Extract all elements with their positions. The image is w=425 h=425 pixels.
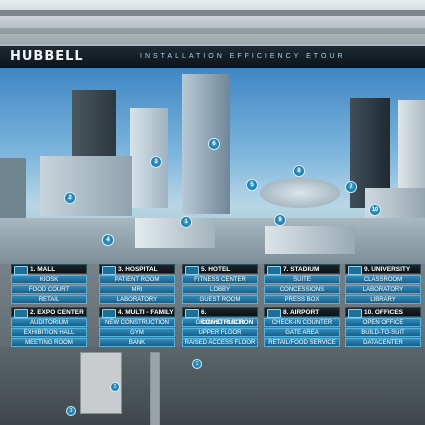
window-band bbox=[0, 0, 425, 44]
category-icon bbox=[185, 309, 199, 318]
category-header[interactable]: 9. UNIVERSITY bbox=[345, 264, 421, 275]
construction-site bbox=[135, 218, 215, 248]
category-hospital: 3. HOSPITAL PATIENT ROOM MRI LABORATORY bbox=[99, 264, 175, 304]
expo-center bbox=[40, 156, 132, 216]
category-university: 9. UNIVERSITY CLASSROOM LABORATORY LIBRA… bbox=[345, 264, 421, 304]
hotspot-5[interactable]: 5 bbox=[246, 179, 258, 191]
hotspot-8[interactable]: 8 bbox=[293, 165, 305, 177]
stadium bbox=[260, 178, 340, 208]
hotspot-4[interactable]: 4 bbox=[102, 234, 114, 246]
hubbell-logo: HUBBELL bbox=[10, 49, 84, 64]
tour-title: INSTALLATION EFFICIENCY ETOUR bbox=[140, 53, 346, 60]
menu-item[interactable]: PRESS BOX bbox=[264, 295, 340, 304]
menu-item[interactable]: NEW CONSTRUCTION bbox=[99, 318, 175, 327]
hotspot-9[interactable]: 9 bbox=[274, 214, 286, 226]
category-mall: 1. MALL KIOSK FOOD COURT RETAIL bbox=[11, 264, 87, 304]
category-header[interactable]: 1. MALL bbox=[11, 264, 87, 275]
menu-item[interactable]: RETAIL bbox=[11, 295, 87, 304]
menu-item[interactable]: CLASSROOM bbox=[345, 275, 421, 284]
menu-item[interactable]: DATACENTER bbox=[345, 338, 421, 347]
column bbox=[150, 352, 160, 425]
category-header[interactable]: 2. EXPO CENTER bbox=[11, 307, 87, 318]
category-multi-family: 4. MULTI - FAMILY NEW CONSTRUCTION GYM B… bbox=[99, 307, 175, 347]
menu-item[interactable]: CHECK-IN COUNTER bbox=[264, 318, 340, 327]
menu-item[interactable]: GUEST ROOM bbox=[182, 295, 258, 304]
category-icon bbox=[14, 309, 28, 318]
category-header[interactable]: 7. STADIUM bbox=[264, 264, 340, 275]
menu-item[interactable]: RAISED ACCESS FLOOR bbox=[182, 338, 258, 347]
menu-item[interactable]: KIOSK bbox=[11, 275, 87, 284]
menu-item[interactable]: GATE AREA bbox=[264, 328, 340, 337]
airport bbox=[265, 226, 355, 254]
menu-item[interactable]: OPEN OFFICE bbox=[345, 318, 421, 327]
menu-item[interactable]: AUDITORIUM bbox=[11, 318, 87, 327]
menu-item[interactable]: LOBBY bbox=[182, 285, 258, 294]
menu-item[interactable]: MEETING ROOM bbox=[11, 338, 87, 347]
category-icon bbox=[185, 266, 199, 275]
room-hotspot-1[interactable]: 1 bbox=[192, 359, 202, 369]
hotspot-2[interactable]: 2 bbox=[64, 192, 76, 204]
category-icon bbox=[267, 309, 281, 318]
category-icon bbox=[102, 309, 116, 318]
menu-item[interactable]: LABORATORY bbox=[99, 295, 175, 304]
city-scene: 1 2 3 4 5 6 7 8 9 10 bbox=[0, 68, 425, 264]
category-expo-center: 2. EXPO CENTER AUDITORIUM EXHIBITION HAL… bbox=[11, 307, 87, 347]
menu-item[interactable]: PATIENT ROOM bbox=[99, 275, 175, 284]
menu-item[interactable]: LABORATORY bbox=[345, 285, 421, 294]
floor bbox=[0, 347, 425, 425]
menu-item[interactable]: RETAIL/FOOD SERVICE bbox=[264, 338, 340, 347]
menu-item[interactable]: FITNESS CENTER bbox=[182, 275, 258, 284]
menu-item[interactable]: EXHIBITION HALL bbox=[11, 328, 87, 337]
category-header[interactable]: 5. HOTEL bbox=[182, 264, 258, 275]
hotspot-6[interactable]: 6 bbox=[208, 138, 220, 150]
category-header[interactable]: 10. OFFICES bbox=[345, 307, 421, 318]
menu-item[interactable]: FOOD COURT bbox=[11, 285, 87, 294]
category-stadium: 7. STADIUM SUITE CONCESSIONS PRESS BOX bbox=[264, 264, 340, 304]
category-header[interactable]: 3. HOSPITAL bbox=[99, 264, 175, 275]
menu-item[interactable]: UPPER FLOOR bbox=[182, 328, 258, 337]
hotspot-3[interactable]: 3 bbox=[150, 156, 162, 168]
category-icon bbox=[348, 309, 362, 318]
category-offices: 10. OFFICES OPEN OFFICE BUILD-TO-SUIT DA… bbox=[345, 307, 421, 347]
menu-item[interactable]: GYM bbox=[99, 328, 175, 337]
room-hotspot-3[interactable]: 3 bbox=[66, 406, 76, 416]
hospital-building bbox=[130, 108, 168, 208]
hotspot-7[interactable]: 7 bbox=[345, 181, 357, 193]
category-icon bbox=[102, 266, 116, 275]
category-header[interactable]: 4. MULTI - FAMILY bbox=[99, 307, 175, 318]
menu-item[interactable]: BANK bbox=[99, 338, 175, 347]
menu-item[interactable]: LIBRARY bbox=[345, 295, 421, 304]
destination-menu: 1. MALL KIOSK FOOD COURT RETAIL 3. HOSPI… bbox=[0, 264, 425, 350]
category-hotel: 5. HOTEL FITNESS CENTER LOBBY GUEST ROOM bbox=[182, 264, 258, 304]
ceiling-beam bbox=[0, 28, 425, 34]
category-header[interactable]: 8. AIRPORT bbox=[264, 307, 340, 318]
menu-item[interactable]: BUILD-TO-SUIT bbox=[345, 328, 421, 337]
category-icon bbox=[348, 266, 362, 275]
hotspot-10[interactable]: 10 bbox=[369, 204, 381, 216]
category-construction: 6. CONSTRUCTION GROUND FLOOR UPPER FLOOR… bbox=[182, 307, 258, 347]
menu-item[interactable]: MRI bbox=[99, 285, 175, 294]
category-icon bbox=[14, 266, 28, 275]
ceiling-beam bbox=[0, 10, 425, 16]
category-airport: 8. AIRPORT CHECK-IN COUNTER GATE AREA RE… bbox=[264, 307, 340, 347]
category-header[interactable]: 6. CONSTRUCTION bbox=[182, 307, 258, 326]
header-bar: HUBBELL INSTALLATION EFFICIENCY ETOUR bbox=[0, 46, 425, 69]
category-icon bbox=[267, 266, 281, 275]
menu-item[interactable]: SUITE bbox=[264, 275, 340, 284]
building bbox=[0, 158, 26, 218]
hotel-building bbox=[182, 74, 230, 214]
hotspot-1[interactable]: 1 bbox=[180, 216, 192, 228]
room-hotspot-2[interactable]: 2 bbox=[110, 382, 120, 392]
menu-item[interactable]: CONCESSIONS bbox=[264, 285, 340, 294]
